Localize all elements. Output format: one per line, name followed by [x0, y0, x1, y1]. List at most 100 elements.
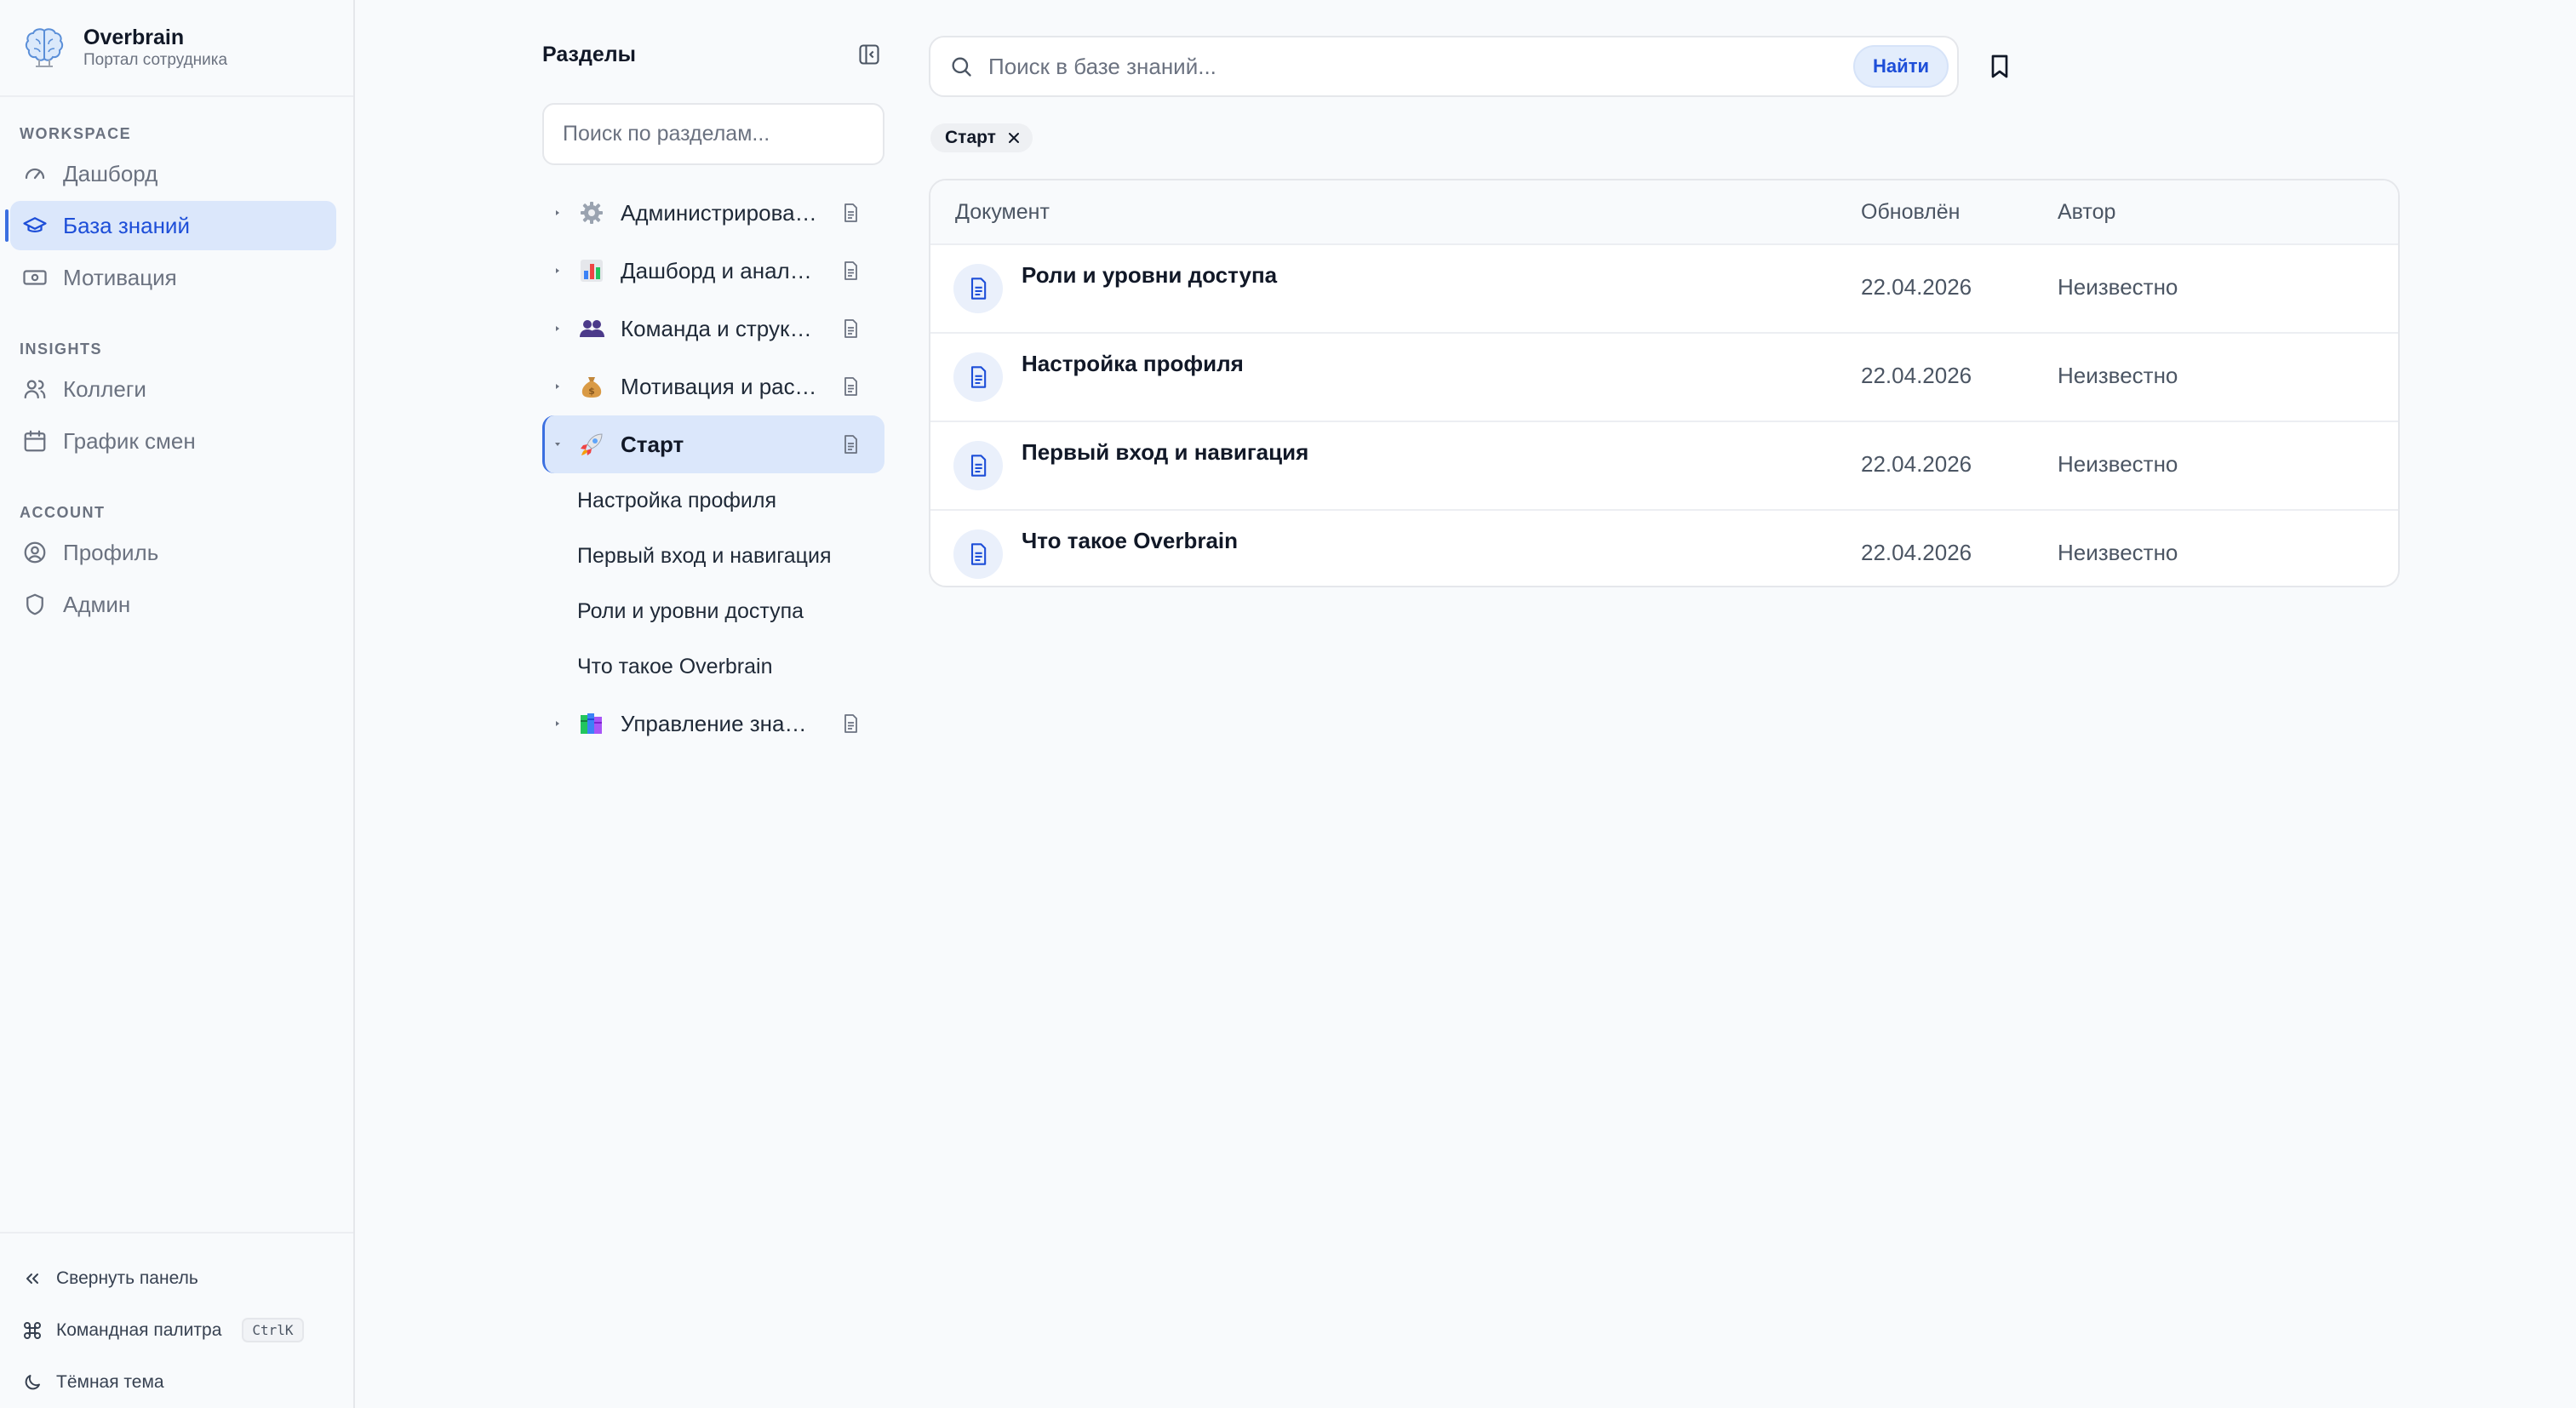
nav-heading: WORKSPACE: [20, 125, 132, 142]
bookmark-icon[interactable]: [1986, 53, 2013, 80]
tree-child-item[interactable]: Настройка профиля: [542, 473, 884, 529]
document-badge: [953, 441, 1003, 490]
documents-table: Документ Обновлён Автор Роли и уровни до…: [929, 179, 2400, 587]
document-icon[interactable]: [840, 376, 861, 397]
tree-item-label: Старт: [621, 431, 684, 457]
document-icon: [970, 455, 987, 477]
banknote-icon: [23, 270, 47, 285]
sidebar-item-label: Админ: [63, 591, 131, 617]
user-circle-icon: [24, 541, 46, 564]
document-updated: 22.04.2026: [1861, 274, 1972, 300]
document-title[interactable]: Роли и уровни доступа: [1022, 262, 1277, 289]
column-header-author[interactable]: Автор: [2058, 200, 2115, 225]
shield-icon: [26, 593, 43, 615]
tree-item-start[interactable]: Старт: [542, 415, 884, 473]
sidebar-item-label: База знаний: [63, 212, 190, 238]
document-title[interactable]: Первый вход и навигация: [1022, 439, 1308, 466]
sidebar-item-admin[interactable]: Админ: [10, 580, 336, 629]
tree-item-label: Мотивация и расчёты: [621, 373, 818, 399]
panel-collapse-icon[interactable]: [857, 43, 881, 66]
document-icon: [970, 278, 987, 300]
users-icon: [24, 380, 46, 399]
graduation-cap-icon: [23, 217, 47, 232]
tree-item-motivation-calc[interactable]: $ Мотивация и расчёты: [542, 358, 884, 415]
dark-theme-label: Тёмная тема: [56, 1371, 164, 1392]
document-title[interactable]: Настройка профиля: [1022, 351, 1244, 377]
document-badge: [953, 264, 1003, 313]
moon-icon: [25, 1374, 40, 1389]
document-icon[interactable]: [840, 318, 861, 339]
document-title[interactable]: Что такое Overbrain: [1022, 528, 1238, 554]
document-updated: 22.04.2026: [1861, 363, 1972, 388]
tree-child-item[interactable]: Первый вход и навигация: [542, 529, 884, 584]
filter-chip-label: Старт: [945, 128, 996, 147]
column-header-updated[interactable]: Обновлён: [1861, 200, 1960, 225]
books-emoji-icon: [581, 713, 602, 734]
sidebar-item-label: Профиль: [63, 539, 159, 565]
tree-item-administration[interactable]: Администрирование: [542, 184, 884, 242]
table-row[interactable]: Что такое Overbrain 22.04.2026 Неизвестн…: [930, 511, 2398, 586]
caret-right-icon[interactable]: [552, 381, 563, 392]
command-palette-button[interactable]: Командная палитра CtrlK: [0, 1304, 353, 1356]
shortcut-badge: CtrlK: [242, 1318, 304, 1342]
close-icon[interactable]: [1007, 131, 1021, 145]
sidebar-item-shift-schedule[interactable]: График смен: [10, 416, 336, 466]
sidebar-item-dashboard[interactable]: Дашборд: [10, 149, 336, 198]
sidebar-item-colleagues[interactable]: Коллеги: [10, 364, 336, 414]
document-author: Неизвестно: [2058, 363, 2178, 388]
tree-item-knowledge-management[interactable]: Управление знаниями: [542, 695, 884, 753]
dark-theme-toggle[interactable]: Тёмная тема: [0, 1356, 353, 1408]
sidebar-item-motivation[interactable]: Мотивация: [10, 253, 336, 302]
column-header-document[interactable]: Документ: [955, 200, 1050, 225]
table-row[interactable]: Настройка профиля 22.04.2026 Неизвестно: [930, 334, 2398, 422]
document-icon[interactable]: [840, 713, 861, 734]
document-icon: [970, 543, 987, 565]
sidebar-item-label: Мотивация: [63, 264, 177, 290]
document-icon[interactable]: [840, 434, 861, 455]
command-icon: [24, 1321, 41, 1339]
command-palette-label: Командная палитра: [56, 1319, 222, 1340]
document-badge: [953, 352, 1003, 402]
rocket-emoji-icon: [581, 433, 603, 455]
app-name: Overbrain: [83, 26, 185, 49]
knowledge-search-bar: Найти: [929, 36, 1959, 97]
table-row[interactable]: Роли и уровни доступа 22.04.2026 Неизвес…: [930, 245, 2398, 334]
collapse-panel-button[interactable]: Свернуть панель: [0, 1252, 353, 1304]
tree-item-team-structure[interactable]: Команда и структура: [542, 300, 884, 358]
sections-panel: Разделы Администрирование Дашборд и анал…: [542, 26, 884, 753]
sidebar-item-profile[interactable]: Профиль: [10, 528, 336, 577]
document-icon[interactable]: [840, 260, 861, 281]
knowledge-search-input[interactable]: [987, 52, 1854, 81]
app-subtitle: Портал сотрудника: [83, 51, 228, 69]
tree-child-item[interactable]: Что такое Overbrain: [542, 639, 884, 695]
caret-right-icon[interactable]: [552, 208, 563, 218]
caret-right-icon[interactable]: [552, 266, 563, 276]
tree-item-label: Дашборд и аналитика: [621, 257, 818, 283]
find-button[interactable]: Найти: [1853, 45, 1949, 88]
filter-chip[interactable]: Старт: [930, 123, 1033, 152]
tree-item-label: Команда и структура: [621, 315, 818, 341]
nav-heading: ACCOUNT: [20, 504, 106, 521]
document-icon[interactable]: [840, 203, 861, 223]
tree-child-item[interactable]: Роли и уровни доступа: [542, 584, 884, 639]
calendar-icon: [24, 430, 46, 452]
section-search-input[interactable]: [542, 103, 884, 165]
bar-chart-emoji-icon: [581, 260, 603, 282]
document-updated: 22.04.2026: [1861, 540, 1972, 565]
caret-right-icon[interactable]: [552, 323, 563, 334]
svg-text:$: $: [588, 386, 595, 397]
nav-section-workspace: WORKSPACE Дашборд База знаний Мотивация: [0, 122, 355, 305]
sidebar-item-label: График смен: [63, 427, 196, 454]
nav-section-insights: INSIGHTS Коллеги График смен: [0, 337, 355, 468]
sidebar-item-knowledge-base[interactable]: База знаний: [5, 201, 336, 250]
caret-right-icon[interactable]: [552, 718, 563, 729]
tree-item-dashboard-analytics[interactable]: Дашборд и аналитика: [542, 242, 884, 300]
document-updated: 22.04.2026: [1861, 451, 1972, 477]
brand[interactable]: Overbrain Портал сотрудника: [0, 0, 353, 97]
sidebar-footer: Свернуть панель Командная палитра CtrlK …: [0, 1232, 353, 1408]
tree-item-label: Управление знаниями: [621, 710, 818, 736]
section-tree: Администрирование Дашборд и аналитика Ко…: [542, 184, 884, 753]
caret-down-icon[interactable]: [552, 439, 563, 449]
table-row[interactable]: Первый вход и навигация 22.04.2026 Неизв…: [930, 422, 2398, 511]
document-icon: [970, 366, 987, 388]
